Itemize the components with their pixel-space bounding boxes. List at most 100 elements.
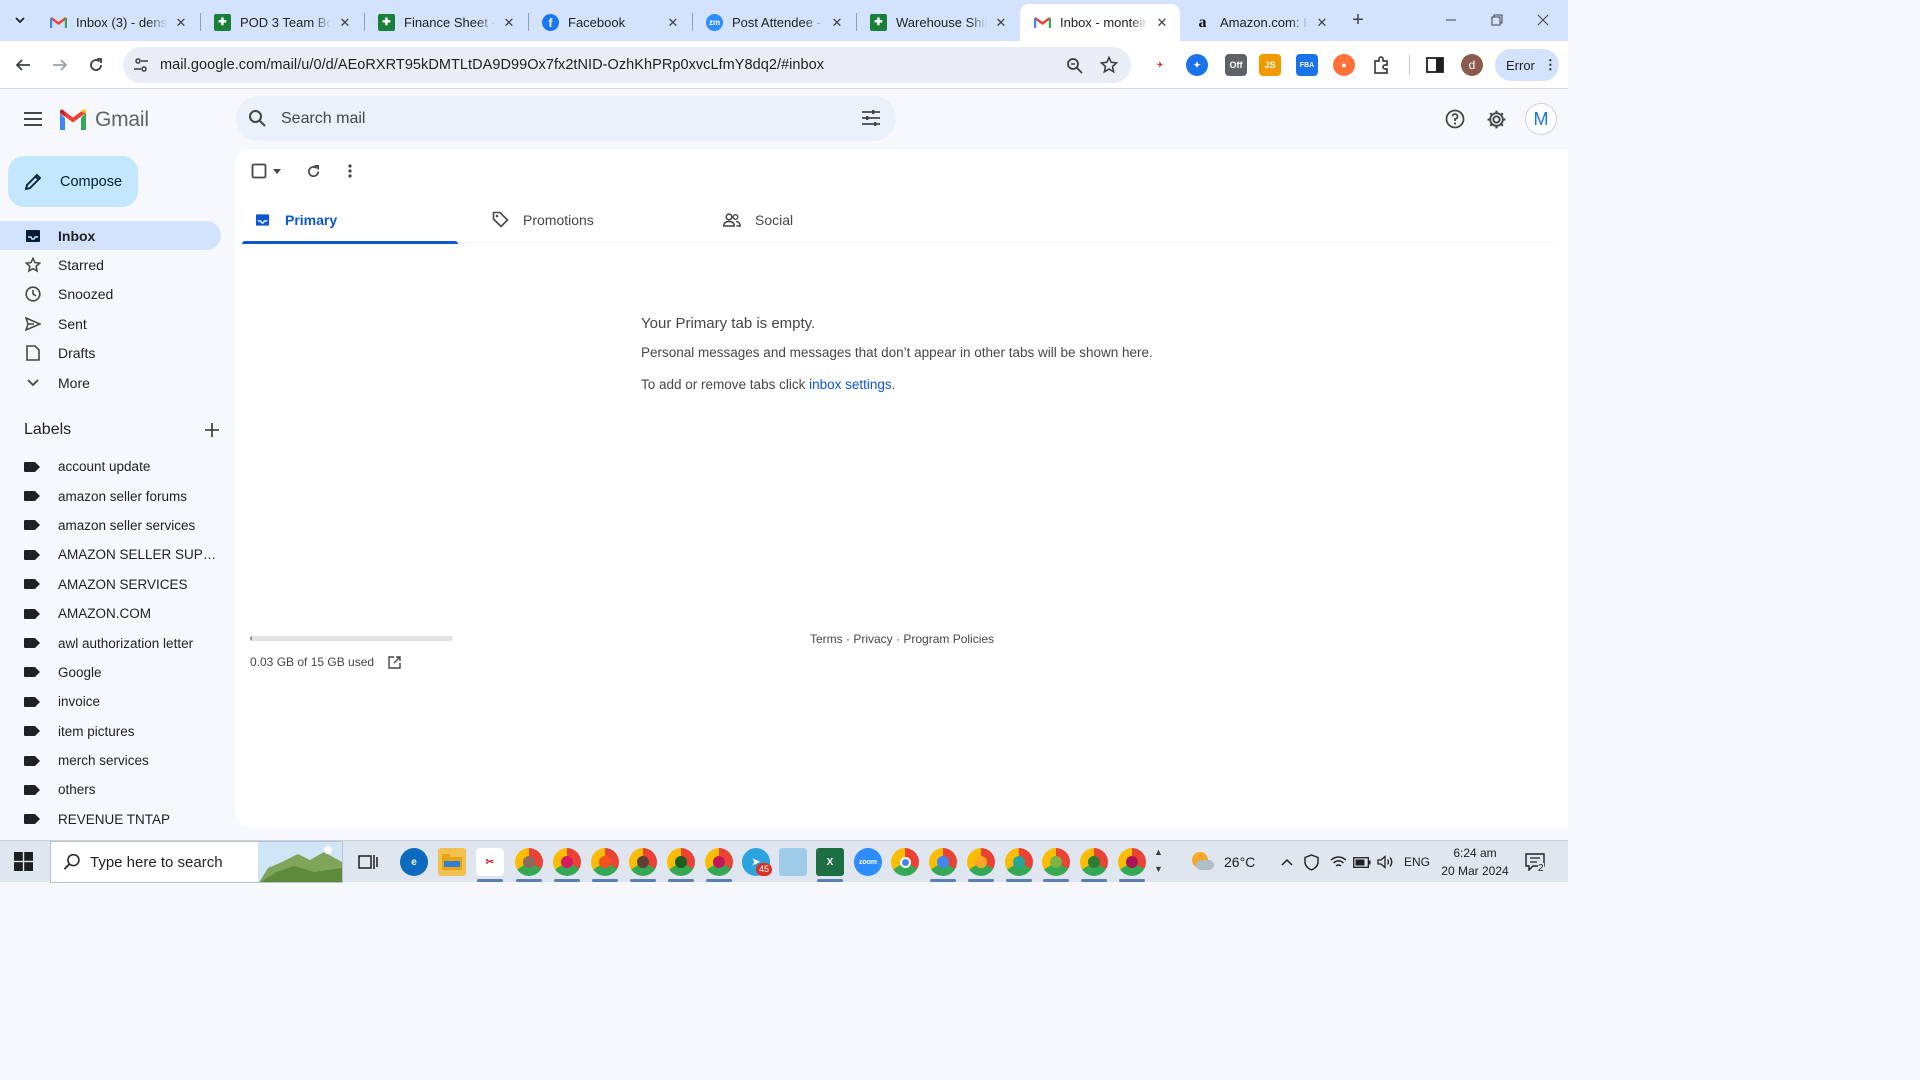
browser-tab[interactable]: ✚ Finance Sheet - ... ✕ (364, 4, 527, 41)
label-item-invoice[interactable]: invoice (0, 687, 221, 716)
start-button[interactable] (14, 852, 33, 876)
extension-globe-icon[interactable]: ✦ (1186, 54, 1208, 76)
extension-js-icon[interactable]: JS (1259, 54, 1281, 76)
select-checkbox[interactable] (251, 159, 281, 183)
profile-error-button[interactable]: Error ⋮ (1495, 49, 1559, 81)
tab-promotions[interactable]: Promotions (480, 196, 696, 243)
volume-icon[interactable] (1377, 841, 1394, 883)
address-bar[interactable]: mail.google.com/mail/u/0/d/AEoRXRT95kDMT… (123, 47, 1131, 83)
bookmark-star-icon[interactable] (1099, 55, 1119, 79)
terms-link[interactable]: Terms (810, 632, 843, 646)
close-window-button[interactable] (1528, 6, 1558, 34)
label-item-merch-services[interactable]: merch services (0, 746, 221, 775)
compose-button[interactable]: Compose (8, 156, 138, 207)
inbox-settings-link[interactable]: inbox settings (809, 377, 892, 392)
sidebar-item-inbox[interactable]: Inbox (0, 221, 221, 251)
search-icon[interactable] (248, 109, 267, 128)
close-icon[interactable]: ✕ (665, 15, 681, 31)
back-button[interactable] (8, 50, 38, 80)
battery-icon[interactable] (1353, 841, 1371, 883)
label-item-amazon-seller-forums[interactable]: amazon seller forums (0, 481, 221, 510)
weather-widget[interactable]: 26°C (1190, 841, 1255, 883)
file-explorer-icon[interactable] (438, 848, 466, 876)
browser-tab[interactable]: zm Post Attendee - Z ✕ (692, 4, 855, 41)
close-icon[interactable]: ✕ (173, 15, 189, 31)
notifications-button[interactable]: 2 (1525, 841, 1545, 883)
label-item-google[interactable]: Google (0, 658, 221, 687)
extension-off-icon[interactable]: Off (1225, 54, 1247, 76)
close-icon[interactable]: ✕ (1154, 15, 1170, 31)
edge-icon[interactable]: e (400, 848, 428, 876)
zoom-icon[interactable] (1066, 57, 1083, 79)
more-actions-button[interactable] (348, 159, 352, 183)
privacy-link[interactable]: Privacy (853, 632, 892, 646)
taskbar-search[interactable]: Type here to search (50, 841, 343, 883)
browser-tab[interactable]: ✚ POD 3 Team Borg ✕ (200, 4, 363, 41)
settings-button[interactable] (1480, 103, 1512, 135)
defender-icon[interactable] (1303, 841, 1320, 883)
minimize-button[interactable] (1436, 6, 1466, 34)
tab-search-button[interactable] (8, 8, 32, 32)
excel-icon[interactable]: X (816, 848, 844, 876)
gmail-logo[interactable]: Gmail (58, 105, 149, 135)
caret-down-icon[interactable] (273, 168, 281, 174)
chrome-profile-icon[interactable] (667, 848, 695, 876)
sidebar-item-starred[interactable]: Starred (0, 250, 221, 279)
add-label-button[interactable] (205, 423, 219, 437)
sidebar-item-snoozed[interactable]: Snoozed (0, 280, 221, 309)
close-icon[interactable]: ✕ (337, 15, 353, 31)
sidebar-item-more[interactable]: More (0, 368, 221, 397)
label-item-others[interactable]: others (0, 775, 221, 804)
forward-button[interactable] (45, 50, 75, 80)
reload-button[interactable] (81, 50, 111, 80)
label-item-awl-authorization-letter[interactable]: awl authorization letter (0, 628, 221, 657)
label-item-account-update[interactable]: account update (0, 452, 221, 481)
chrome-profile-icon[interactable] (591, 848, 619, 876)
extension-orange-icon[interactable]: ● (1333, 54, 1355, 76)
open-storage-icon[interactable] (388, 655, 401, 669)
chrome-profile-icon[interactable] (1042, 848, 1070, 876)
extensions-puzzle-icon[interactable] (1370, 54, 1392, 76)
zoom-app-icon[interactable]: zoom (854, 848, 882, 876)
label-item-amazon-seller-support[interactable]: AMAZON SELLER SUPP... (0, 540, 221, 569)
site-info-icon[interactable] (133, 57, 149, 78)
restore-button[interactable] (1482, 6, 1512, 34)
account-avatar[interactable]: M (1525, 103, 1557, 135)
chrome-icon[interactable] (891, 848, 919, 876)
wifi-icon[interactable] (1330, 841, 1347, 883)
label-item-amazon-services[interactable]: AMAZON SERVICES (0, 570, 221, 599)
profile-avatar[interactable]: d (1461, 54, 1483, 76)
search-options-icon[interactable] (862, 109, 880, 127)
close-icon[interactable]: ✕ (501, 15, 517, 31)
snipping-tool-icon[interactable]: ✂ (476, 848, 504, 876)
tab-primary[interactable]: Primary (242, 196, 458, 244)
browser-tab[interactable]: ✚ Warehouse Ship ✕ (856, 4, 1019, 41)
chrome-profile-icon[interactable] (1118, 848, 1146, 876)
search-input[interactable] (281, 109, 841, 128)
chrome-profile-icon[interactable] (929, 848, 957, 876)
main-menu-button[interactable] (17, 103, 49, 135)
language-indicator[interactable]: ENG (1404, 841, 1430, 883)
browser-tab[interactable]: a Amazon.com: Ha ✕ (1180, 4, 1340, 41)
browser-tab-active[interactable]: Inbox - monteiro ✕ (1020, 4, 1180, 41)
taskbar-clock[interactable]: 6:24 am 20 Mar 2024 (1436, 844, 1514, 880)
sidebar-item-sent[interactable]: Sent (0, 309, 221, 338)
tab-social[interactable]: Social (712, 196, 928, 243)
support-button[interactable] (1439, 103, 1471, 135)
extension-flag-icon[interactable]: ✈ (1149, 54, 1171, 76)
program-policies-link[interactable]: Program Policies (903, 632, 994, 646)
browser-tab[interactable]: Inbox (3) - densh ✕ (36, 4, 199, 41)
notes-app-icon[interactable] (779, 848, 807, 876)
chrome-profile-icon[interactable] (1005, 848, 1033, 876)
extension-fba-icon[interactable]: FBA (1296, 54, 1318, 76)
sidebar-item-drafts[interactable]: Drafts (0, 339, 221, 368)
chrome-profile-icon[interactable] (629, 848, 657, 876)
label-item-item-pictures[interactable]: item pictures (0, 717, 221, 746)
show-hidden-icons[interactable] (1281, 841, 1293, 883)
chrome-profile-icon[interactable] (1080, 848, 1108, 876)
search-bar[interactable] (236, 96, 896, 141)
close-icon[interactable]: ✕ (829, 15, 845, 31)
label-item-amazon-seller-services[interactable]: amazon seller services (0, 511, 221, 540)
refresh-button[interactable] (306, 159, 321, 183)
new-tab-button[interactable]: + (1346, 8, 1370, 32)
